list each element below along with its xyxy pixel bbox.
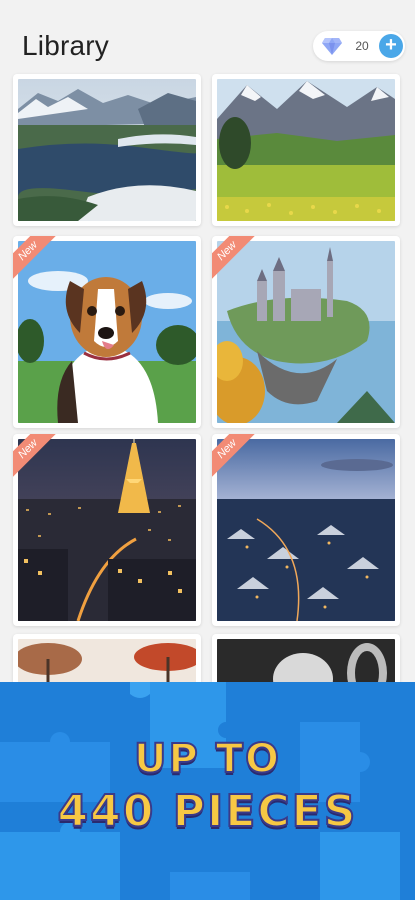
header: Library 20 + bbox=[0, 0, 415, 78]
banner-headline-line1: UP TO bbox=[133, 735, 281, 783]
puzzle-image bbox=[217, 439, 395, 621]
tile-floating-castle[interactable]: New bbox=[212, 236, 400, 428]
tile-snowy-town-dusk[interactable]: New bbox=[212, 434, 400, 626]
tile-alpine-meadow[interactable] bbox=[212, 74, 400, 226]
promo-banner: UP TO 440 PIECES bbox=[0, 682, 415, 900]
puzzle-image bbox=[217, 79, 395, 221]
puzzle-image bbox=[18, 79, 196, 221]
plus-icon: + bbox=[385, 34, 397, 56]
gem-count: 20 bbox=[355, 39, 369, 53]
tile-mountain-lake[interactable] bbox=[13, 74, 201, 226]
banner-headline-line2: 440 PIECES bbox=[57, 785, 358, 838]
diamond-icon bbox=[322, 38, 342, 55]
puzzle-image bbox=[18, 439, 196, 621]
page-title: Library bbox=[22, 30, 109, 61]
gem-balance[interactable]: 20 + bbox=[313, 31, 405, 61]
tile-dog[interactable]: New bbox=[13, 236, 201, 428]
puzzle-image bbox=[217, 241, 395, 423]
add-gems-button[interactable]: + bbox=[379, 34, 403, 58]
puzzle-image bbox=[18, 241, 196, 423]
tile-eiffel-tower-night[interactable]: New bbox=[13, 434, 201, 626]
